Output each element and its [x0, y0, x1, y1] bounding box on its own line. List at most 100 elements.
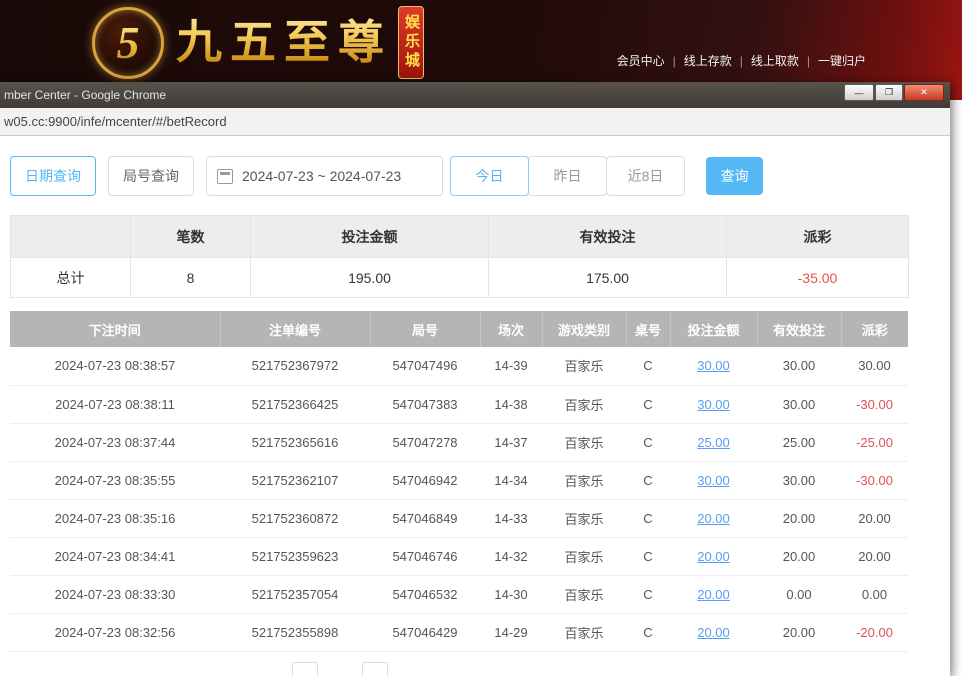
window-controls: — ❐ ✕ [843, 84, 944, 101]
today-button[interactable]: 今日 [450, 156, 529, 196]
round-no: 547046429 [370, 613, 480, 651]
bet-time: 2024-07-23 08:38:57 [10, 347, 220, 385]
nav-online-deposit[interactable]: 线上存款 [676, 52, 740, 69]
valid-bet: 30.00 [757, 347, 841, 385]
payout: -20.00 [841, 613, 908, 651]
bet-time: 2024-07-23 08:34:41 [10, 537, 220, 575]
site-logo: 5 九五至尊 娱乐城 [92, 6, 424, 79]
summary-header-row: 笔数 投注金额 有效投注 派彩 [11, 216, 909, 258]
table-row: 2024-07-23 08:35:55 521752362107 5470469… [10, 461, 908, 499]
game-type: 百家乐 [542, 575, 626, 613]
valid-bet: 20.00 [757, 537, 841, 575]
table-no: C [626, 613, 670, 651]
round-no: 547046532 [370, 575, 480, 613]
header-bet-time: 下注时间 [10, 311, 220, 347]
nav-member-center[interactable]: 会员中心 [609, 52, 673, 69]
table-no: C [626, 499, 670, 537]
summary-header-count: 笔数 [131, 216, 251, 258]
bet-time: 2024-07-23 08:32:56 [10, 613, 220, 651]
bet-amount-link[interactable]: 20.00 [697, 587, 730, 602]
date-range-input[interactable]: 2024-07-23 ~ 2024-07-23 [206, 156, 443, 196]
search-button[interactable]: 查询 [706, 157, 763, 195]
summary-header-payout: 派彩 [727, 216, 909, 258]
summary-total-label: 总计 [11, 258, 131, 298]
date-query-button[interactable]: 日期查询 [10, 156, 96, 196]
pagination-button[interactable] [292, 662, 318, 676]
summary-header-blank [11, 216, 131, 258]
filter-bar: 日期查询 局号查询 2024-07-23 ~ 2024-07-23 今日 昨日 … [0, 136, 950, 196]
round-no: 547046746 [370, 537, 480, 575]
logo-badge: 娱乐城 [398, 6, 424, 79]
address-bar[interactable]: w05.cc:9900/infe/mcenter/#/betRecord [0, 108, 950, 136]
bet-amount-link[interactable]: 20.00 [697, 511, 730, 526]
game-type: 百家乐 [542, 537, 626, 575]
last8days-button[interactable]: 近8日 [606, 156, 685, 196]
header-session: 场次 [480, 311, 542, 347]
valid-bet: 0.00 [757, 575, 841, 613]
bet-record-table: 下注时间 注单编号 局号 场次 游戏类别 桌号 投注金额 有效投注 派彩 202… [10, 311, 908, 652]
valid-bet: 20.00 [757, 499, 841, 537]
yesterday-button[interactable]: 昨日 [528, 156, 607, 196]
session: 14-33 [480, 499, 542, 537]
close-button[interactable]: ✕ [904, 84, 944, 101]
table-row: 2024-07-23 08:34:41 521752359623 5470467… [10, 537, 908, 575]
payout: -30.00 [841, 461, 908, 499]
bet-amount-link[interactable]: 20.00 [697, 625, 730, 640]
bet-time: 2024-07-23 08:35:16 [10, 499, 220, 537]
bet-amount-link[interactable]: 30.00 [697, 358, 730, 373]
window-titlebar[interactable]: mber Center - Google Chrome — ❐ ✕ [0, 82, 950, 108]
page-content: 日期查询 局号查询 2024-07-23 ~ 2024-07-23 今日 昨日 … [0, 136, 950, 676]
summary-header-bet-amount: 投注金额 [251, 216, 489, 258]
payout: -30.00 [841, 385, 908, 423]
bet-id: 521752359623 [220, 537, 370, 575]
table-row: 2024-07-23 08:33:30 521752357054 5470465… [10, 575, 908, 613]
bet-amount-link[interactable]: 25.00 [697, 435, 730, 450]
game-type: 百家乐 [542, 613, 626, 651]
bet-time: 2024-07-23 08:37:44 [10, 423, 220, 461]
summary-payout: -35.00 [727, 258, 909, 298]
header-valid-bet: 有效投注 [757, 311, 841, 347]
window-title: mber Center - Google Chrome [4, 88, 166, 102]
valid-bet: 30.00 [757, 385, 841, 423]
summary-table: 笔数 投注金额 有效投注 派彩 总计 8 195.00 175.00 -35.0… [10, 215, 909, 298]
logo-number: 5 [117, 16, 140, 69]
bet-amount-link[interactable]: 30.00 [697, 397, 730, 412]
header-table-no: 桌号 [626, 311, 670, 347]
game-type: 百家乐 [542, 385, 626, 423]
bet-time: 2024-07-23 08:35:55 [10, 461, 220, 499]
bet-amount-link[interactable]: 30.00 [697, 473, 730, 488]
table-no: C [626, 423, 670, 461]
chrome-window: mber Center - Google Chrome — ❐ ✕ w05.cc… [0, 82, 950, 676]
table-row: 2024-07-23 08:38:57 521752367972 5470474… [10, 347, 908, 385]
site-nav: 会员中心 | 线上存款 | 线上取款 | 一键归户 [609, 52, 874, 69]
header-game-type: 游戏类别 [542, 311, 626, 347]
game-type: 百家乐 [542, 499, 626, 537]
game-type: 百家乐 [542, 347, 626, 385]
page-url: w05.cc:9900/infe/mcenter/#/betRecord [4, 114, 227, 129]
round-query-button[interactable]: 局号查询 [108, 156, 194, 196]
session: 14-37 [480, 423, 542, 461]
table-row: 2024-07-23 08:35:16 521752360872 5470468… [10, 499, 908, 537]
nav-online-withdraw[interactable]: 线上取款 [743, 52, 807, 69]
table-no: C [626, 385, 670, 423]
header-bet-amount: 投注金额 [670, 311, 757, 347]
valid-bet: 20.00 [757, 613, 841, 651]
nav-one-key-transfer[interactable]: 一键归户 [810, 52, 874, 69]
round-no: 547046942 [370, 461, 480, 499]
summary-valid-bet: 175.00 [489, 258, 727, 298]
round-no: 547047383 [370, 385, 480, 423]
bet-amount-link[interactable]: 20.00 [697, 549, 730, 564]
summary-total-row: 总计 8 195.00 175.00 -35.00 [11, 258, 909, 298]
restore-button[interactable]: ❐ [875, 84, 903, 101]
round-no: 547047496 [370, 347, 480, 385]
header-bet-id: 注单编号 [220, 311, 370, 347]
game-type: 百家乐 [542, 423, 626, 461]
table-no: C [626, 575, 670, 613]
payout: 20.00 [841, 537, 908, 575]
session: 14-29 [480, 613, 542, 651]
pagination-button[interactable] [362, 662, 388, 676]
minimize-button[interactable]: — [844, 84, 874, 101]
bet-id: 521752360872 [220, 499, 370, 537]
calendar-icon [217, 169, 233, 184]
bet-id: 521752362107 [220, 461, 370, 499]
